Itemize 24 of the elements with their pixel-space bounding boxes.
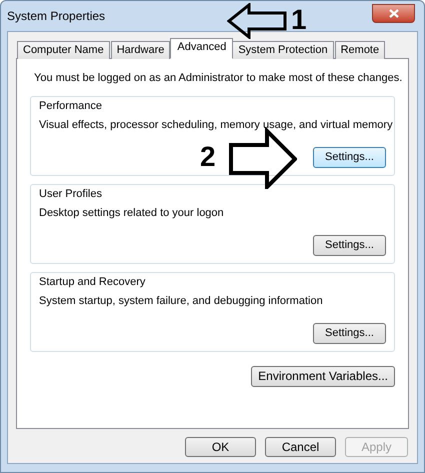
annotation-number: 2 bbox=[200, 142, 216, 172]
group-description: System startup, system failure, and debugging information bbox=[39, 294, 323, 308]
tab[interactable]: Remote bbox=[334, 41, 386, 59]
settings-button[interactable]: Settings... bbox=[313, 146, 386, 168]
group-title: User Profiles bbox=[39, 186, 102, 200]
window-title: System Properties bbox=[7, 8, 106, 25]
group-description: Visual effects, processor scheduling, memory usage, and virtual memory bbox=[39, 118, 393, 132]
group-description: Desktop settings related to your logon bbox=[39, 206, 224, 220]
notice-text: You must be logged on as an Administrator to make most of these changes. bbox=[33, 71, 402, 86]
settings-button[interactable]: Settings... bbox=[313, 234, 386, 256]
left-arrow-icon bbox=[227, 3, 287, 39]
tab[interactable]: Advanced bbox=[170, 38, 234, 59]
close-button[interactable] bbox=[372, 4, 415, 22]
dialog-button[interactable]: OK bbox=[185, 437, 256, 457]
tab[interactable]: Hardware bbox=[110, 41, 170, 59]
dialog-button[interactable]: Cancel bbox=[265, 437, 336, 457]
tab[interactable]: System Protection bbox=[232, 41, 334, 59]
tab[interactable]: Computer Name bbox=[17, 41, 110, 59]
annotation-number: 1 bbox=[291, 5, 307, 35]
group-title: Startup and Recovery bbox=[39, 274, 146, 288]
group-title: Performance bbox=[39, 98, 102, 112]
environment-variables-button[interactable]: Environment Variables... bbox=[251, 366, 395, 386]
close-icon bbox=[388, 8, 398, 18]
settings-button[interactable]: Settings... bbox=[313, 322, 386, 344]
